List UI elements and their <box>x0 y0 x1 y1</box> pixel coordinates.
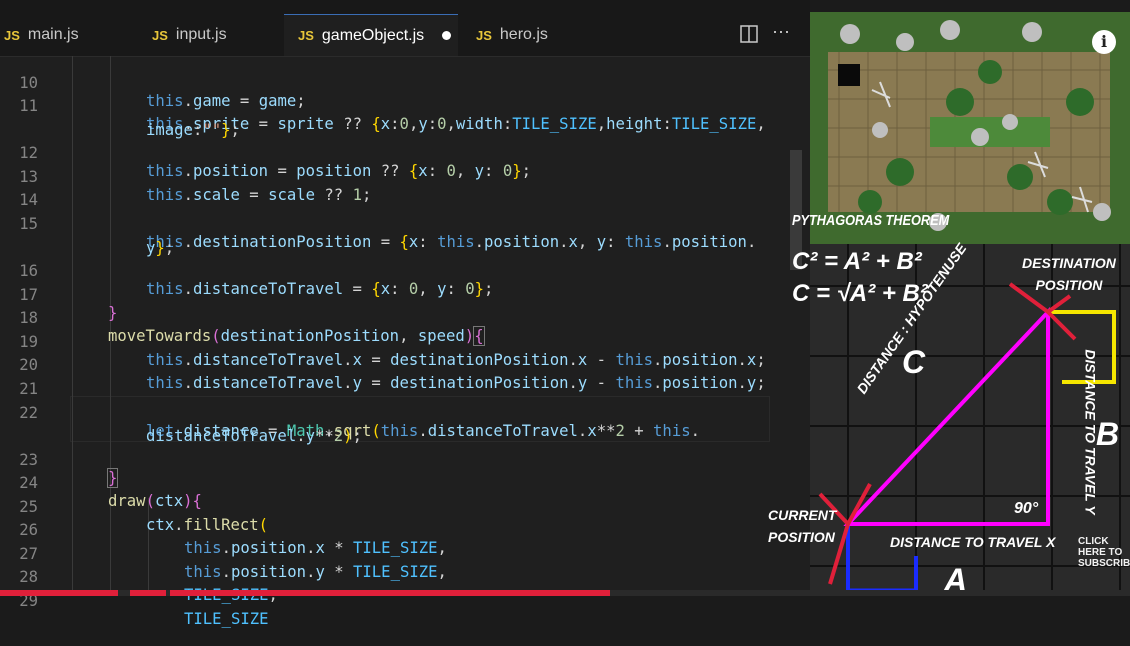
tab-hero-js[interactable]: JS hero.js <box>472 14 604 56</box>
code-line: 26 this.position.x * TILE_SIZE, <box>19 521 447 557</box>
code-line: y}; <box>146 239 175 257</box>
pythagoras-diagram: PYTHAGORAS THEOREM C² = A² + B² C = √A² … <box>768 212 1130 598</box>
code-line: 10 this.game = game; <box>19 74 306 110</box>
code-line: 25 ctx.fillRect( <box>19 498 269 534</box>
label-b: B <box>1096 416 1120 452</box>
code-line: 15 this.destinationPosition = {x: this.p… <box>19 215 757 251</box>
more-actions-icon[interactable]: ⋯ <box>772 22 790 43</box>
js-file-icon: JS <box>152 27 168 43</box>
progress-segment <box>0 590 118 596</box>
code-line: 27 this.position.y * TILE_SIZE, <box>19 545 447 581</box>
video-overlay-panel: i PYTHAGORAS THEOREM C² = A² + B² C = √A… <box>768 0 1130 598</box>
progress-segment <box>130 590 166 596</box>
code-line: 18 moveTowards(destinationPosition, spee… <box>19 309 485 346</box>
formula-c-squared: C² = A² + B² <box>792 248 922 275</box>
current-position-label: CURRENT POSITION <box>768 507 837 545</box>
code-line: 28 TILE_SIZE, <box>19 568 278 604</box>
info-icon[interactable]: i <box>1092 30 1116 54</box>
tab-main-js[interactable]: JS main.js <box>0 14 132 56</box>
code-line: distanceToTravel.y**2); <box>146 427 362 445</box>
tab-bar: JS main.js JS input.js JS gameObject.js … <box>0 0 810 57</box>
game-preview: i <box>810 12 1130 244</box>
label-c: C <box>902 344 926 380</box>
code-line: image:""}; <box>146 121 240 139</box>
tab-gameobject-js[interactable]: JS gameObject.js <box>284 14 458 56</box>
angle-label: 90° <box>1014 500 1039 517</box>
code-line: 12 this.position = position ?? {x: 0, y:… <box>19 144 531 180</box>
tab-label: main.js <box>27 26 79 43</box>
code-line: 21 <box>19 380 38 398</box>
tab-label: gameObject.js <box>321 26 425 44</box>
distance-x-label: DISTANCE TO TRAVEL X <box>890 534 1056 550</box>
code-line: 17 } <box>19 286 118 322</box>
destination-position-label: DESTINATION POSITION <box>1022 255 1116 293</box>
code-line: 13 this.scale = scale ?? 1; <box>19 168 372 204</box>
js-file-icon: JS <box>476 27 492 43</box>
diagram-title: PYTHAGORAS THEOREM <box>792 212 950 229</box>
video-progress-bar[interactable] <box>0 590 1130 596</box>
split-editor-icon[interactable] <box>740 25 758 48</box>
js-file-icon: JS <box>298 28 314 43</box>
subscribe-button[interactable]: CLICK HERE TO SUBSCRIBE <box>1078 536 1130 569</box>
unsaved-dot-icon[interactable] <box>442 31 452 40</box>
progress-segment <box>170 590 610 596</box>
code-line: 14 <box>19 191 38 209</box>
code-line: 20 this.distanceToTravel.y = destination… <box>19 356 766 392</box>
code-line: 11 this.sprite = sprite ?? {x:0,y:0,widt… <box>19 97 766 133</box>
code-editor: JS main.js JS input.js JS gameObject.js … <box>0 0 810 628</box>
code-line: 23 } <box>19 451 119 488</box>
tab-input-js[interactable]: JS input.js <box>148 14 280 56</box>
distance-y-label: DISTANCE TO TRAVEL Y <box>1082 349 1099 515</box>
tab-label: input.js <box>175 26 227 43</box>
code-line: 24 draw(ctx){ <box>19 474 202 510</box>
js-file-icon: JS <box>4 27 20 43</box>
code-line: 16 this.distanceToTravel = {x: 0, y: 0}; <box>19 262 494 298</box>
code-line: 22 let distance = Math.sqrt(this.distanc… <box>19 404 700 440</box>
code-line: 19 this.distanceToTravel.x = destination… <box>19 333 766 369</box>
game-map-image <box>810 12 1130 244</box>
formula-c: C = √A² + B² <box>792 280 928 307</box>
tab-label: hero.js <box>499 26 548 43</box>
